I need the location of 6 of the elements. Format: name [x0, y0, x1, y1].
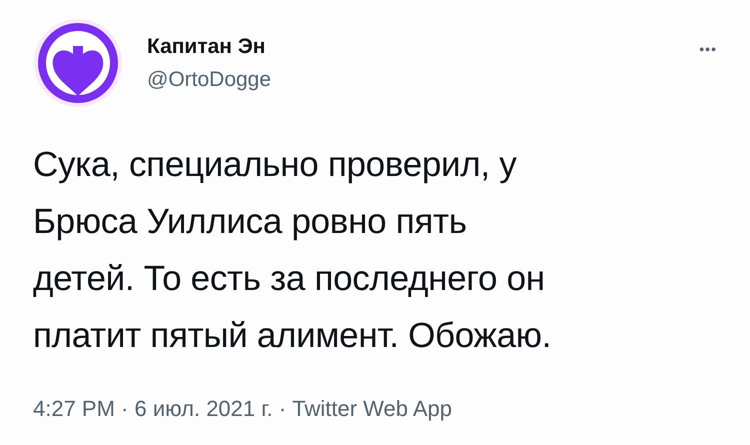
- avatar-icon: [33, 18, 123, 108]
- tweet-timestamp: 4:27 PM · 6 июл. 2021 г. · Twitter Web App: [33, 395, 454, 423]
- more-button[interactable]: •••: [699, 42, 717, 56]
- author-handle[interactable]: @OrtoDogge: [147, 67, 700, 92]
- author-name[interactable]: Капитан Эн: [147, 34, 700, 60]
- tweet-text: Сука, специально проверил, у Брюса Уиллиса ровно пять детей. То есть за последнего он платит пятый алимент. Обожаю.: [33, 144, 552, 357]
